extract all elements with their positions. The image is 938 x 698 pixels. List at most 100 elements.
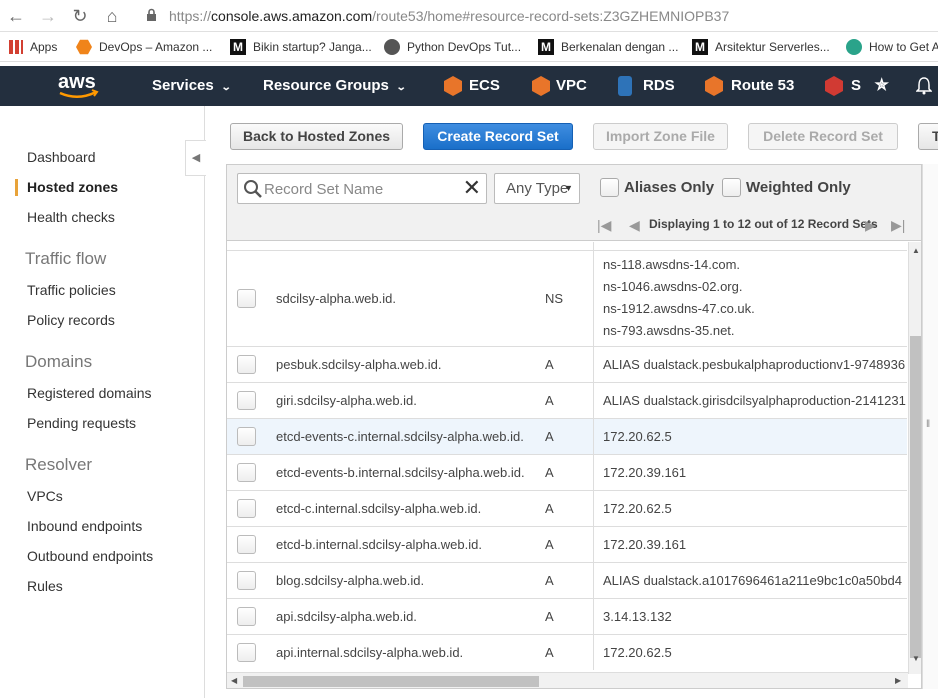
- sidebar-item-rules[interactable]: Rules: [27, 578, 63, 594]
- back-arrow-icon[interactable]: ←: [4, 4, 28, 28]
- row-checkbox[interactable]: [237, 289, 256, 308]
- lock-icon: [146, 8, 157, 22]
- pin-icon[interactable]: ✮: [875, 66, 888, 106]
- horizontal-scrollbar[interactable]: ◀ ▶: [227, 672, 908, 688]
- sidebar-item-traffic-policies[interactable]: Traffic policies: [27, 282, 116, 298]
- row-checkbox[interactable]: [237, 355, 256, 374]
- last-page-icon[interactable]: ▶|: [891, 216, 905, 234]
- sidebar-item-pending-requests[interactable]: Pending requests: [27, 415, 136, 431]
- shortcut-ecs[interactable]: ECS: [469, 66, 500, 106]
- scroll-down-arrow-icon[interactable]: ▼: [912, 654, 920, 663]
- table-row[interactable]: etcd-events-c.internal.sdcilsy-alpha.web…: [227, 418, 907, 454]
- bookmark-4[interactable]: M Berkenalan dengan ...: [538, 38, 678, 56]
- sidebar-item-inbound-endpoints[interactable]: Inbound endpoints: [27, 518, 142, 534]
- sidebar-item-health-checks[interactable]: Health checks: [27, 209, 115, 225]
- type-filter-value: Any Type: [506, 180, 569, 197]
- record-set-toolbar: Back to Hosted Zones Create Record Set I…: [206, 106, 938, 164]
- browser-address-bar: ← → ↻ ⌂ https://console.aws.amazon.com/r…: [0, 0, 938, 32]
- sidebar-item-registered-domains[interactable]: Registered domains: [27, 385, 152, 401]
- resize-grip-icon[interactable]: ‖: [926, 419, 930, 430]
- bookmark-6[interactable]: How to Get A: [846, 38, 938, 56]
- forward-arrow-icon[interactable]: →: [36, 4, 60, 28]
- table-row[interactable]: pesbuk.sdcilsy-alpha.web.id. A ALIAS duals…: [227, 346, 907, 382]
- sidebar-item-hosted-zones[interactable]: Hosted zones: [27, 179, 118, 195]
- bookmark-label: How to Get A: [869, 40, 938, 54]
- prev-page-icon[interactable]: ◀: [629, 216, 640, 234]
- row-checkbox[interactable]: [237, 643, 256, 662]
- bookmark-1[interactable]: DevOps – Amazon ...: [76, 38, 212, 56]
- sidebar-item-policy-records[interactable]: Policy records: [27, 312, 115, 328]
- record-value: ns-1046.awsdns-02.org.: [603, 279, 743, 294]
- filter-bar: ✕ Any Type▼ Aliases Only Weighted Only |…: [227, 165, 921, 241]
- record-name: api.internal.sdcilsy-alpha.web.id.: [276, 645, 464, 660]
- bookmark-3[interactable]: Python DevOps Tut...: [384, 38, 521, 56]
- services-menu[interactable]: Services ⌄: [152, 66, 231, 106]
- bookmarks-bar: Apps DevOps – Amazon ... M Bikin startup? J…: [0, 32, 938, 62]
- bookmark-0[interactable]: Apps: [9, 38, 57, 56]
- url-field[interactable]: https://console.aws.amazon.com/route53/h…: [169, 8, 729, 24]
- next-page-icon[interactable]: ▶: [865, 216, 876, 234]
- bookmark-2[interactable]: M Bikin startup? Janga...: [230, 38, 372, 56]
- table-row[interactable]: api.internal.sdcilsy-alpha.web.id. A 172.2…: [227, 634, 907, 670]
- reload-icon[interactable]: ↻: [68, 4, 92, 28]
- home-icon[interactable]: ⌂: [100, 4, 124, 28]
- record-type: A: [545, 573, 554, 588]
- horizontal-scroll-thumb[interactable]: [243, 676, 539, 687]
- details-panel-edge[interactable]: ‖: [922, 164, 938, 689]
- vertical-scrollbar[interactable]: ▲ ▼: [908, 242, 921, 674]
- row-checkbox[interactable]: [237, 607, 256, 626]
- shortcut-rds[interactable]: RDS: [643, 66, 675, 106]
- shortcut-route-53[interactable]: Route 53: [731, 66, 794, 106]
- table-row[interactable]: blog.sdcilsy-alpha.web.id. A ALIAS dualsta…: [227, 562, 907, 598]
- vertical-scroll-thumb[interactable]: [910, 336, 921, 658]
- row-checkbox[interactable]: [237, 427, 256, 446]
- scroll-up-arrow-icon[interactable]: ▲: [912, 246, 920, 255]
- row-checkbox[interactable]: [237, 463, 256, 482]
- table-row[interactable]: etcd-b.internal.sdcilsy-alpha.web.id. A 17…: [227, 526, 907, 562]
- table-row[interactable]: etcd-c.internal.sdcilsy-alpha.web.id. A 17…: [227, 490, 907, 526]
- collapse-sidebar-button[interactable]: ◀: [185, 140, 206, 176]
- resource-groups-menu[interactable]: Resource Groups ⌄: [263, 66, 407, 106]
- search-input[interactable]: [264, 178, 454, 200]
- bell-icon[interactable]: [915, 66, 933, 106]
- scroll-right-arrow-icon[interactable]: ▶: [895, 676, 901, 685]
- row-checkbox[interactable]: [237, 391, 256, 410]
- url-prefix: https://: [169, 8, 212, 24]
- row-checkbox[interactable]: [237, 535, 256, 554]
- sidebar-item-dashboard[interactable]: Dashboard: [27, 149, 96, 165]
- value-cell: 172.20.39.161: [593, 527, 907, 562]
- value-cell: ALIAS dualstack.girisdcilsyalphaproducti…: [593, 383, 907, 418]
- scroll-left-arrow-icon[interactable]: ◀: [231, 676, 237, 685]
- sidebar-item-vpcs[interactable]: VPCs: [27, 488, 63, 504]
- bookmark-5[interactable]: M Arsitektur Serverles...: [692, 38, 830, 56]
- shortcut-s[interactable]: S: [851, 66, 861, 106]
- table-row[interactable]: etcd-events-b.internal.sdcilsy-alpha.web…: [227, 454, 907, 490]
- create-record-set-button[interactable]: Create Record Set: [423, 123, 573, 150]
- value-cell: [593, 242, 907, 250]
- import-zone-file-button[interactable]: Import Zone File: [593, 123, 728, 150]
- more-actions-button[interactable]: T: [918, 123, 938, 150]
- row-checkbox[interactable]: [237, 571, 256, 590]
- delete-record-set-button[interactable]: Delete Record Set: [748, 123, 898, 150]
- clear-search-icon[interactable]: ✕: [463, 176, 481, 200]
- aliases-only-checkbox[interactable]: [600, 178, 619, 197]
- pagination-status: Displaying 1 to 12 out of 12 Record Sets: [649, 217, 878, 231]
- value-cell: 3.14.13.132: [593, 599, 907, 634]
- aws-logo[interactable]: aws: [56, 71, 100, 101]
- sidebar-item-outbound-endpoints[interactable]: Outbound endpoints: [27, 548, 153, 564]
- record-set-search[interactable]: ✕: [237, 173, 487, 204]
- table-row[interactable]: api.sdcilsy-alpha.web.id. A 3.14.13.132: [227, 598, 907, 634]
- table-row[interactable]: giri.sdcilsy-alpha.web.id. A ALIAS dualsta…: [227, 382, 907, 418]
- weighted-only-checkbox[interactable]: [722, 178, 741, 197]
- table-row[interactable]: sdcilsy-alpha.web.id. NS ns-118.awsdns-14.…: [227, 250, 907, 346]
- value-cell: ALIAS dualstack.pesbukalphaproductionv1-…: [593, 347, 907, 382]
- first-page-icon[interactable]: |◀: [597, 216, 611, 234]
- row-checkbox[interactable]: [237, 499, 256, 518]
- weighted-only-label: Weighted Only: [746, 179, 851, 196]
- shortcut-vpc[interactable]: VPC: [556, 66, 587, 106]
- record-type: A: [545, 537, 554, 552]
- aws-console-header: aws Services ⌄ Resource Groups ⌄ ECS VPC RDS…: [0, 66, 938, 106]
- type-filter-select[interactable]: Any Type ▼: [494, 173, 580, 204]
- back-to-hosted-zones-button[interactable]: Back to Hosted Zones: [230, 123, 403, 150]
- record-type: A: [545, 465, 554, 480]
